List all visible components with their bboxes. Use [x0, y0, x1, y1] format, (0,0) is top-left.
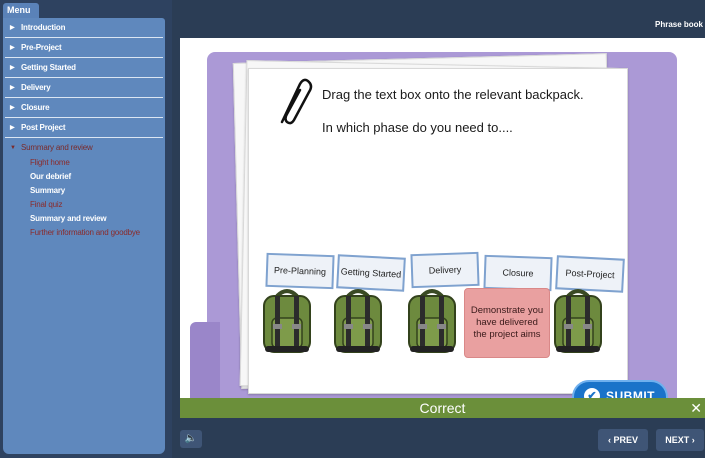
menu-item-label: Introduction — [21, 23, 66, 32]
next-label: NEXT — [665, 435, 690, 445]
menu-item-pre-project[interactable]: ▶ Pre-Project — [5, 38, 163, 58]
header-title[interactable]: Phrase book — [655, 20, 703, 29]
phase-label-getting-started: Getting Started — [336, 254, 406, 292]
menu-item-label: Delivery — [21, 83, 51, 92]
audio-toggle-button[interactable]: 🔈 — [180, 430, 202, 448]
submenu-item-summary-and-review[interactable]: Summary and review — [3, 212, 165, 226]
backpack-icon[interactable] — [404, 288, 460, 354]
phase-label-pre-planning: Pre-Planning — [265, 252, 335, 290]
prev-label: PREV — [613, 435, 639, 445]
submenu-item-final-quiz[interactable]: Final quiz — [3, 198, 165, 212]
chevron-right-icon: ▶ — [10, 85, 15, 91]
draggable-answer-box[interactable]: Demonstrate you have delivered the proje… — [464, 288, 550, 358]
submit-button[interactable]: ✔ SUBMIT — [572, 380, 668, 398]
submenu-item-our-debrief[interactable]: Our debrief — [3, 170, 165, 184]
menu-item-delivery[interactable]: ▶ Delivery — [5, 78, 163, 98]
chevron-right-icon: ▶ — [10, 65, 15, 71]
feedback-text: Correct — [419, 400, 466, 416]
menu-item-getting-started[interactable]: ▶ Getting Started — [5, 58, 163, 78]
menu-tab[interactable]: Menu — [3, 3, 39, 18]
backpack-icon[interactable] — [330, 288, 386, 354]
menu-item-label: Getting Started — [21, 63, 76, 72]
menu-panel: ▶ Introduction ▶ Pre-Project ▶ Getting S… — [3, 18, 165, 454]
chevron-right-icon: › — [691, 435, 695, 445]
speaker-icon: 🔈 — [184, 433, 198, 444]
chevron-right-icon: ▶ — [10, 25, 15, 31]
instruction-text: Drag the text box onto the relevant back… — [322, 87, 584, 102]
submenu-item-further-information[interactable]: Further information and goodbye — [3, 226, 165, 240]
phase-label-delivery: Delivery — [410, 251, 480, 289]
close-icon[interactable]: ✕ — [690, 399, 702, 417]
menu-item-label: Summary and review — [21, 143, 93, 152]
prev-button[interactable]: ‹ PREV — [598, 429, 648, 451]
chevron-right-icon: ▶ — [10, 125, 15, 131]
phase-label-closure: Closure — [483, 254, 553, 292]
feedback-bar: Correct ✕ — [180, 398, 705, 418]
menu-item-introduction[interactable]: ▶ Introduction — [5, 18, 163, 38]
backpack-icon[interactable] — [550, 288, 606, 354]
menu-item-summary-and-review[interactable]: ▼ Summary and review — [5, 140, 163, 156]
folder-tab — [190, 322, 220, 398]
submenu-item-summary[interactable]: Summary — [3, 184, 165, 198]
submit-label: SUBMIT — [606, 389, 655, 398]
checkmark-icon: ✔ — [584, 388, 600, 398]
submenu-item-flight-home[interactable]: Flight home — [3, 156, 165, 170]
backpack-icon[interactable] — [259, 288, 315, 354]
chevron-down-icon: ▼ — [10, 145, 16, 151]
menu-item-post-project[interactable]: ▶ Post Project — [5, 118, 163, 138]
menu-item-label: Post Project — [21, 123, 66, 132]
question-text: In which phase do you need to.... — [322, 120, 513, 135]
bottom-navigation-bar: 🔈 ‹ PREV NEXT › — [172, 418, 705, 458]
chevron-right-icon: ▶ — [10, 45, 15, 51]
activity-area: Drag the text box onto the relevant back… — [180, 38, 705, 398]
next-button[interactable]: NEXT › — [656, 429, 704, 451]
paperclip-icon — [280, 78, 313, 125]
sidebar: Menu ▶ Introduction ▶ Pre-Project ▶ Gett… — [0, 0, 172, 458]
menu-item-label: Pre-Project — [21, 43, 62, 52]
menu-item-label: Closure — [21, 103, 50, 112]
chevron-left-icon: ‹ — [607, 435, 611, 445]
chevron-right-icon: ▶ — [10, 105, 15, 111]
menu-item-closure[interactable]: ▶ Closure — [5, 98, 163, 118]
